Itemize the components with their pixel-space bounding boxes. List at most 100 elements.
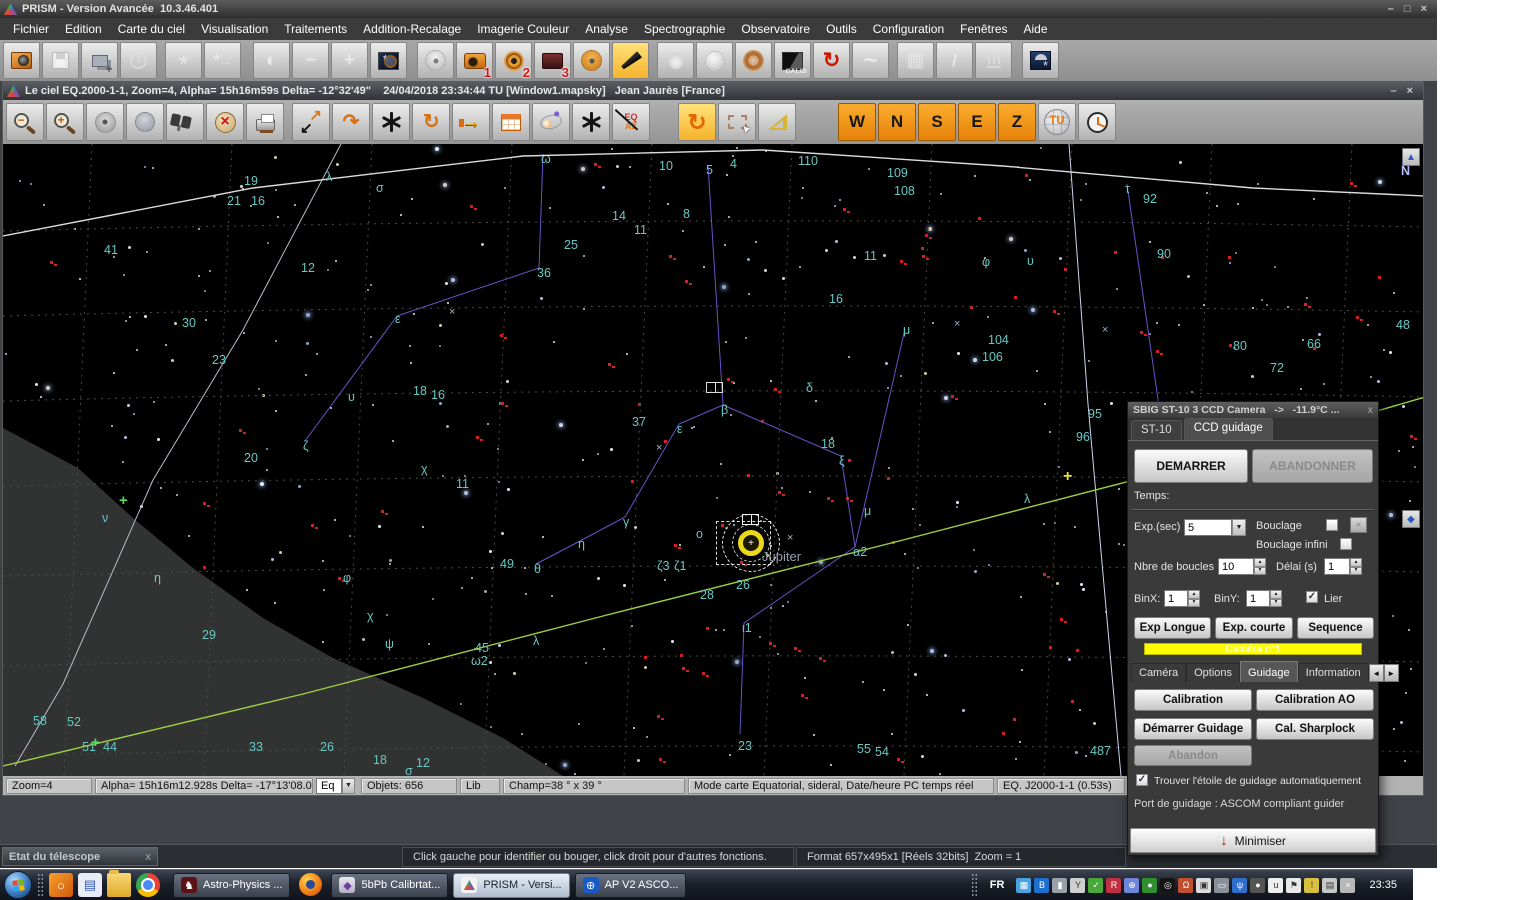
menu-analyse[interactable]: Analyse <box>578 20 635 38</box>
step-down-icon[interactable]: ▼ <box>1350 567 1362 576</box>
sub-tab-information[interactable]: Information <box>1298 663 1369 682</box>
bouclage-checkbox[interactable] <box>1326 519 1338 531</box>
toolbar-celestial-sphere-button[interactable] <box>126 103 164 141</box>
tray-icon-1[interactable]: B <box>1034 878 1049 893</box>
taskbar-button-prism-versi-[interactable]: PRISM - Versi... <box>453 873 569 898</box>
step-down-icon[interactable]: ▼ <box>1254 567 1266 576</box>
tray-icon-7[interactable]: ● <box>1142 878 1157 893</box>
toolbar-measure-button[interactable] <box>758 103 796 141</box>
tab-st10[interactable]: ST-10 <box>1131 420 1182 440</box>
toolbar-camera-lens-button[interactable]: 2 <box>495 42 532 79</box>
toolbar-observatory-button[interactable] <box>1022 42 1059 79</box>
menu-fen-tres[interactable]: Fenêtres <box>953 20 1014 38</box>
toolbar-time-globe-button[interactable]: TU <box>1038 103 1076 141</box>
toolbar-levels-button[interactable] <box>975 42 1012 79</box>
toolbar-star-reduce-button[interactable] <box>165 42 202 79</box>
tray-icon-10[interactable]: ▣ <box>1196 878 1211 893</box>
tray-icon-2[interactable]: ▮ <box>1052 878 1067 893</box>
toolbar-zoom-in-button[interactable] <box>46 103 84 141</box>
toolbar-tool-minus-button[interactable] <box>292 42 329 79</box>
delai-stepper[interactable]: 1 ▲▼ <box>1324 558 1362 575</box>
tray-icon-5[interactable]: R <box>1106 878 1121 893</box>
toolbar-compass-e-button[interactable]: E <box>958 103 996 141</box>
toolbar-map-gray-button[interactable] <box>897 42 934 79</box>
bouclage-cancel-icon[interactable]: × <box>1350 517 1367 533</box>
map-overlay-button-bottom[interactable]: ◆ <box>1402 510 1420 528</box>
tray-icon-17[interactable]: ▤ <box>1322 878 1337 893</box>
tray-icon-6[interactable]: ⊕ <box>1124 878 1139 893</box>
toolbar-slash-button[interactable] <box>936 42 973 79</box>
toolbar-compass-n-button[interactable]: N <box>878 103 916 141</box>
menu-fichier[interactable]: Fichier <box>6 20 56 38</box>
toolbar-flip-field-button[interactable] <box>332 103 370 141</box>
map-overlay-button-top[interactable]: ▲ <box>1402 148 1420 166</box>
toolbar-curve-button[interactable] <box>852 42 889 79</box>
map-titlebar[interactable]: Le ciel EQ.2000-1-1, Zoom=4, Alpha= 15h1… <box>3 82 1423 100</box>
toolbar-rotate-field-button[interactable] <box>678 103 716 141</box>
toolbar-camera-dark-button[interactable]: 3 <box>534 42 571 79</box>
menu-addition-recalage[interactable]: Addition-Recalage <box>356 20 468 38</box>
toolbar-star-align-button[interactable] <box>204 42 241 79</box>
map-close-icon[interactable]: × <box>1407 86 1413 97</box>
toolbar-image-tools-button[interactable] <box>81 42 118 79</box>
biny-stepper[interactable]: 1 ▲▼ <box>1246 590 1282 607</box>
toolbar-delete-object-button[interactable] <box>206 103 244 141</box>
toolbar-open-image-button[interactable] <box>3 42 40 79</box>
calibration-ao-button[interactable]: Calibration AO <box>1256 689 1374 711</box>
tray-icon-11[interactable]: ▭ <box>1214 878 1229 893</box>
toolbar-filter-wheel-orange-button[interactable] <box>573 42 610 79</box>
dropdown-icon[interactable]: ▼ <box>342 778 355 794</box>
toolbar-save-button[interactable] <box>42 42 79 79</box>
tab-scroll-left-icon[interactable]: ◄ <box>1369 664 1384 682</box>
coordinate-mode-select[interactable]: Eq▼ <box>316 778 355 794</box>
toolbar-camera-main-button[interactable]: 1 <box>456 42 493 79</box>
step-up-icon[interactable]: ▲ <box>1188 590 1200 599</box>
ccd-panel-titlebar[interactable]: SBIG ST-10 3 CCD Camera -> -11.9°C ... x <box>1128 402 1378 418</box>
exp-longue-button[interactable]: Exp Longue <box>1134 617 1211 639</box>
quicklaunch-pages-icon[interactable]: ▤ <box>78 873 102 897</box>
lier-checkbox[interactable] <box>1306 591 1318 603</box>
exp-dropdown-icon[interactable]: ▼ <box>1232 519 1246 536</box>
toolbar-sphere-stars-button[interactable] <box>696 42 733 79</box>
toolbar-contract-2-button[interactable] <box>572 103 610 141</box>
toolbar-select-region-button[interactable] <box>718 103 756 141</box>
language-indicator[interactable]: FR <box>982 879 1013 891</box>
toolbar-compass-w-button[interactable]: W <box>838 103 876 141</box>
taskbar-button-ap-v2-asco-[interactable]: ⊕AP V2 ASCO... <box>575 873 687 898</box>
toolbar-ephemeris-table-button[interactable] <box>492 103 530 141</box>
tray-icon-9[interactable]: Ω <box>1178 878 1193 893</box>
tray-icon-13[interactable]: ● <box>1250 878 1265 893</box>
menu-edition[interactable]: Edition <box>58 20 109 38</box>
step-up-icon[interactable]: ▲ <box>1350 558 1362 567</box>
menu-visualisation[interactable]: Visualisation <box>194 20 275 38</box>
toolbar-image-visu-button[interactable] <box>370 42 407 79</box>
sub-tab-cam-ra[interactable]: Caméra <box>1131 663 1186 682</box>
toolbar-focus-drop-button[interactable] <box>657 42 694 79</box>
tray-icon-18[interactable]: × <box>1340 878 1355 893</box>
taskbar-button-5bpb-calibrtat-[interactable]: ◆5bPb Calibrtat... <box>331 873 448 898</box>
toolbar-print-button[interactable] <box>246 103 284 141</box>
menu-observatoire[interactable]: Observatoire <box>734 20 817 38</box>
binx-stepper[interactable]: 1 ▲▼ <box>1164 590 1200 607</box>
toolbar-undo-view-button[interactable] <box>412 103 450 141</box>
toolbar-telescope-button[interactable] <box>612 42 649 79</box>
main-titlebar[interactable]: PRISM - Version Avancée 10.3.46.401 – □ … <box>0 0 1437 18</box>
tab-scroll-right-icon[interactable]: ► <box>1384 664 1399 682</box>
toolbar-expand-field-button[interactable] <box>292 103 330 141</box>
tray-icon-3[interactable]: Y <box>1070 878 1085 893</box>
taskbar-clock[interactable]: 23:35 <box>1359 879 1409 891</box>
tray-icon-16[interactable]: ! <box>1304 878 1319 893</box>
tab-ccd-guidage[interactable]: CCD guidage <box>1184 418 1273 440</box>
find-guide-star-checkbox[interactable] <box>1136 774 1148 786</box>
menu-carte-du-ciel[interactable]: Carte du ciel <box>111 20 192 38</box>
step-down-icon[interactable]: ▼ <box>1188 599 1200 608</box>
toolbar-clock-button[interactable] <box>1078 103 1116 141</box>
toolbar-binoculars-button[interactable] <box>166 103 204 141</box>
toolbar-filter-wheel-gray-button[interactable] <box>86 103 124 141</box>
minimize-icon[interactable]: – <box>1388 4 1394 15</box>
demarrer-guidage-button[interactable]: Démarrer Guidage <box>1134 718 1252 740</box>
tray-icon-12[interactable]: ψ <box>1232 878 1247 893</box>
toolbar-step-view-button[interactable] <box>452 103 490 141</box>
tray-icon-15[interactable]: ⚑ <box>1286 878 1301 893</box>
cal-sharplock-button[interactable]: Cal. Sharplock <box>1256 718 1374 740</box>
